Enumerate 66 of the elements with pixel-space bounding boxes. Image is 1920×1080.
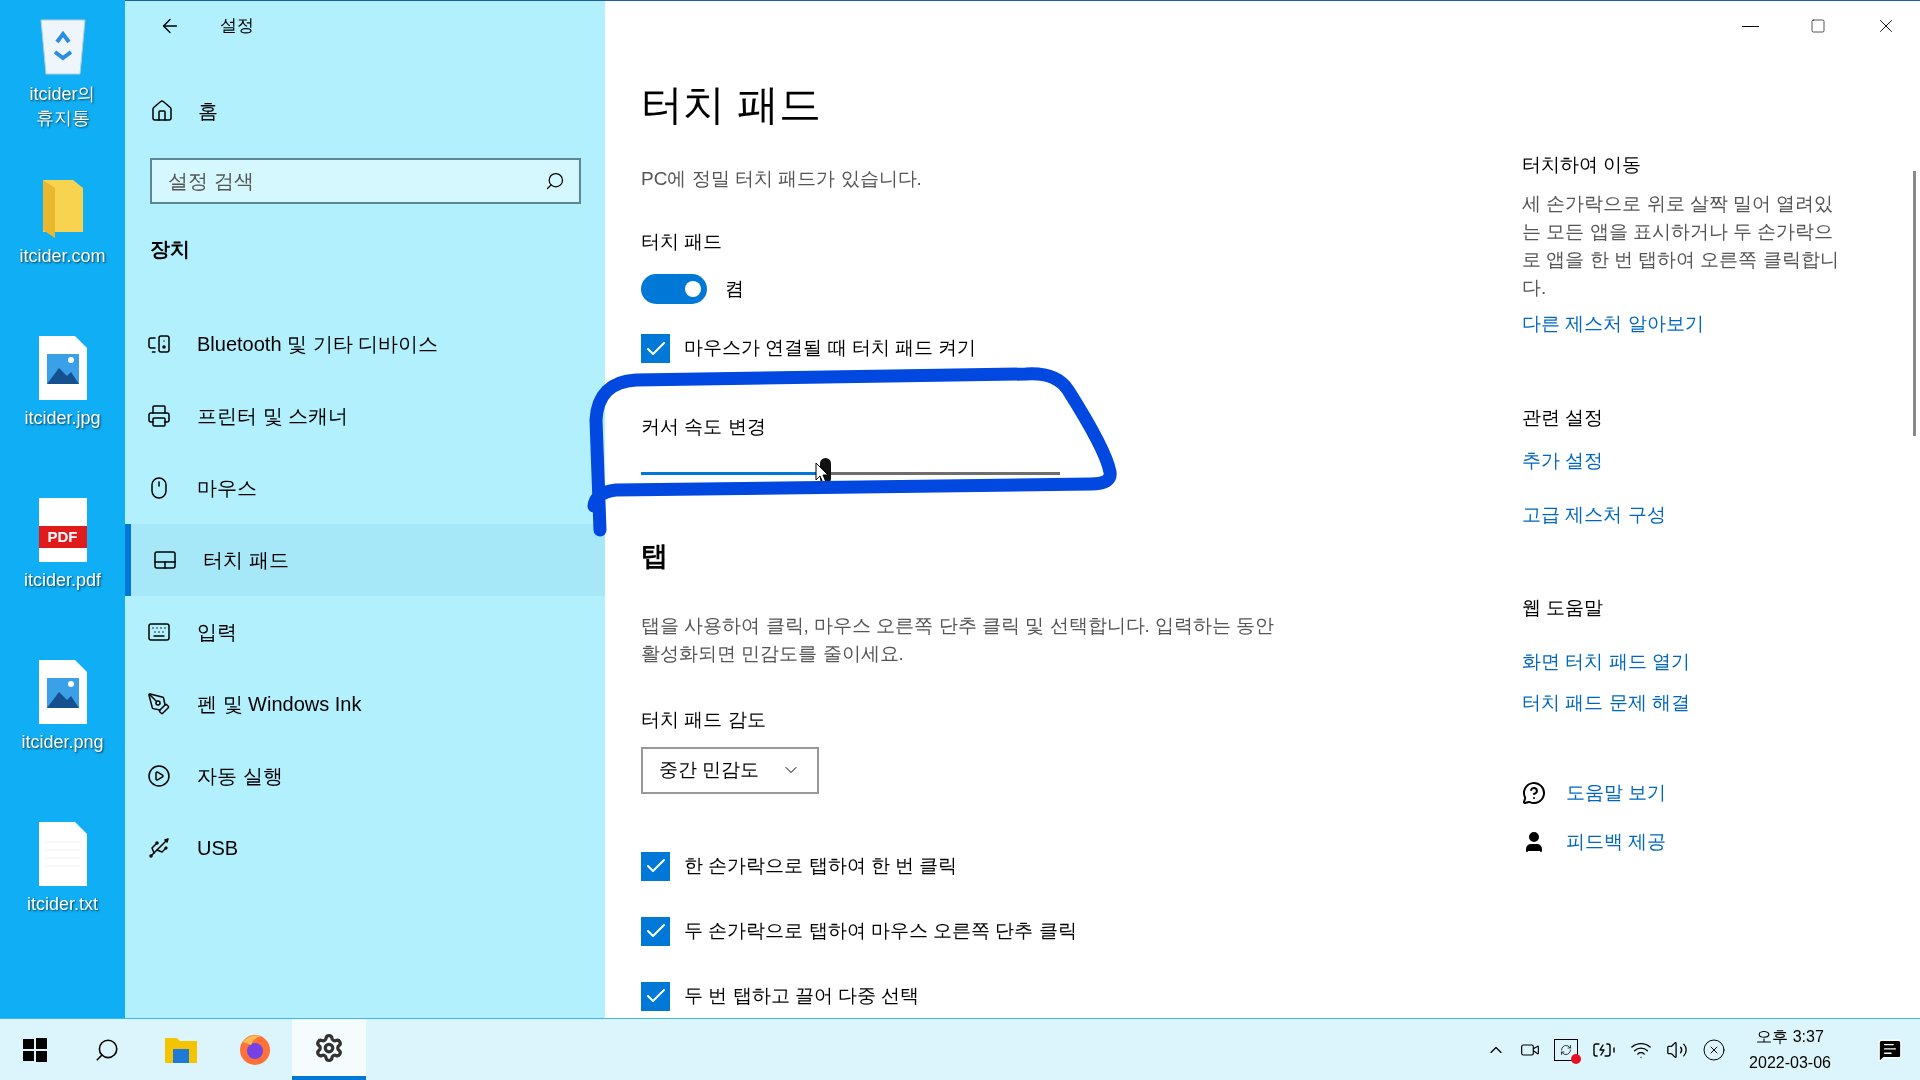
- sidebar-item[interactable]: Bluetooth 및 기타 디바이스: [125, 308, 605, 380]
- checkbox-label: 두 손가락으로 탭하여 마우스 오른쪽 단추 클릭: [684, 918, 1077, 943]
- checkbox[interactable]: [641, 981, 670, 1011]
- checkbox-label: 한 손가락으로 탭하여 한 번 클릭: [684, 853, 958, 878]
- sensitivity-dropdown[interactable]: 중간 민감도: [641, 746, 819, 794]
- section-heading: 탭: [641, 539, 669, 573]
- help-link[interactable]: 도움말 보기: [1566, 779, 1667, 808]
- checkbox[interactable]: [641, 916, 670, 946]
- taskbar-app[interactable]: [292, 1019, 366, 1080]
- checkbox-label: 두 번 탭하고 끌어 다중 선택: [684, 983, 920, 1008]
- windows-logo-icon: [23, 1037, 47, 1062]
- sidebar-item[interactable]: USB: [125, 812, 605, 884]
- checkbox[interactable]: [641, 334, 670, 363]
- home-nav-item[interactable]: 홈: [150, 86, 605, 136]
- close-circle-icon[interactable]: [1702, 1037, 1726, 1062]
- side-description: 세 손가락으로 위로 살짝 밀어 열려있는 모든 앱을 표시하거나 두 손가락으로 앱을 한 번 탭하여 오른쪽 클릭합니다.: [1522, 191, 1840, 300]
- checkbox-label: 마우스가 연결될 때 터치 패드 켜기: [684, 336, 977, 361]
- section-heading: 장치: [150, 237, 191, 262]
- scrollbar[interactable]: [1913, 171, 1916, 436]
- checkbox[interactable]: [641, 851, 670, 881]
- file-badge: PDF: [38, 526, 87, 548]
- sidebar-item[interactable]: 입력: [125, 596, 605, 668]
- home-icon: [150, 99, 174, 123]
- help-link[interactable]: 터치 패드 문제 해결: [1522, 688, 1852, 717]
- device-icon: [147, 764, 171, 788]
- sidebar-item[interactable]: 마우스: [125, 452, 605, 524]
- side-heading: 터치하여 이동: [1522, 153, 1643, 177]
- text-file-icon: [38, 822, 87, 886]
- related-link[interactable]: 추가 설정: [1522, 446, 1852, 475]
- device-icon: [147, 692, 171, 716]
- search-icon: [545, 171, 565, 191]
- side-heading: 웹 도움말: [1522, 595, 1605, 620]
- toggle-switch[interactable]: [641, 274, 707, 304]
- setting-label: 커서 속도 변경: [641, 415, 767, 439]
- search-field[interactable]: 설정 검색: [150, 158, 581, 204]
- device-icon: [147, 332, 171, 356]
- sidebar-item[interactable]: 터치 패드: [125, 524, 605, 596]
- image-file-icon: [38, 336, 87, 400]
- toggle-state-text: 켬: [725, 276, 744, 301]
- help-link[interactable]: 피드백 제공: [1566, 827, 1667, 856]
- maximize-icon: [1810, 18, 1826, 34]
- sidebar-item[interactable]: 자동 실행: [125, 740, 605, 812]
- settings-icon[interactable]: [314, 1032, 344, 1063]
- side-heading: 관련 설정: [1522, 406, 1605, 430]
- device-icon: [147, 404, 171, 428]
- sidebar-item[interactable]: 펜 및 Windows Ink: [125, 668, 605, 740]
- device-icon: [153, 548, 177, 572]
- gesture-link[interactable]: 다른 제스처 알아보기: [1522, 309, 1852, 338]
- image-file-icon: [38, 660, 87, 724]
- window-title: 설정: [220, 15, 254, 38]
- device-icon: [147, 620, 171, 644]
- sync-icon[interactable]: [1554, 1038, 1578, 1061]
- browser-icon[interactable]: [238, 1032, 272, 1067]
- sidebar-item[interactable]: 프린터 및 스캐너: [125, 380, 605, 452]
- device-icon: [147, 836, 171, 860]
- mouse-cursor-icon: [815, 461, 830, 484]
- help-link[interactable]: 화면 터치 패드 열기: [1522, 648, 1852, 677]
- description-text: PC에 정밀 터치 패드가 있습니다.: [641, 167, 923, 191]
- related-link[interactable]: 고급 제스처 구성: [1522, 501, 1852, 530]
- clock[interactable]: 오후 3:37 2022-03-06: [1740, 1023, 1840, 1076]
- setting-label: 터치 패드 감도: [641, 708, 767, 732]
- help-icon: [1522, 781, 1546, 806]
- description-text: 탭을 사용하여 클릭, 마우스 오른쪽 단추 클릭 및 선택합니다. 입력하는 동안 활성화되면 민감도를 줄이세요.: [641, 614, 1276, 666]
- page-title: 터치 패드: [641, 80, 822, 130]
- minimize-icon: [1741, 25, 1759, 27]
- setting-label: 터치 패드: [641, 229, 724, 254]
